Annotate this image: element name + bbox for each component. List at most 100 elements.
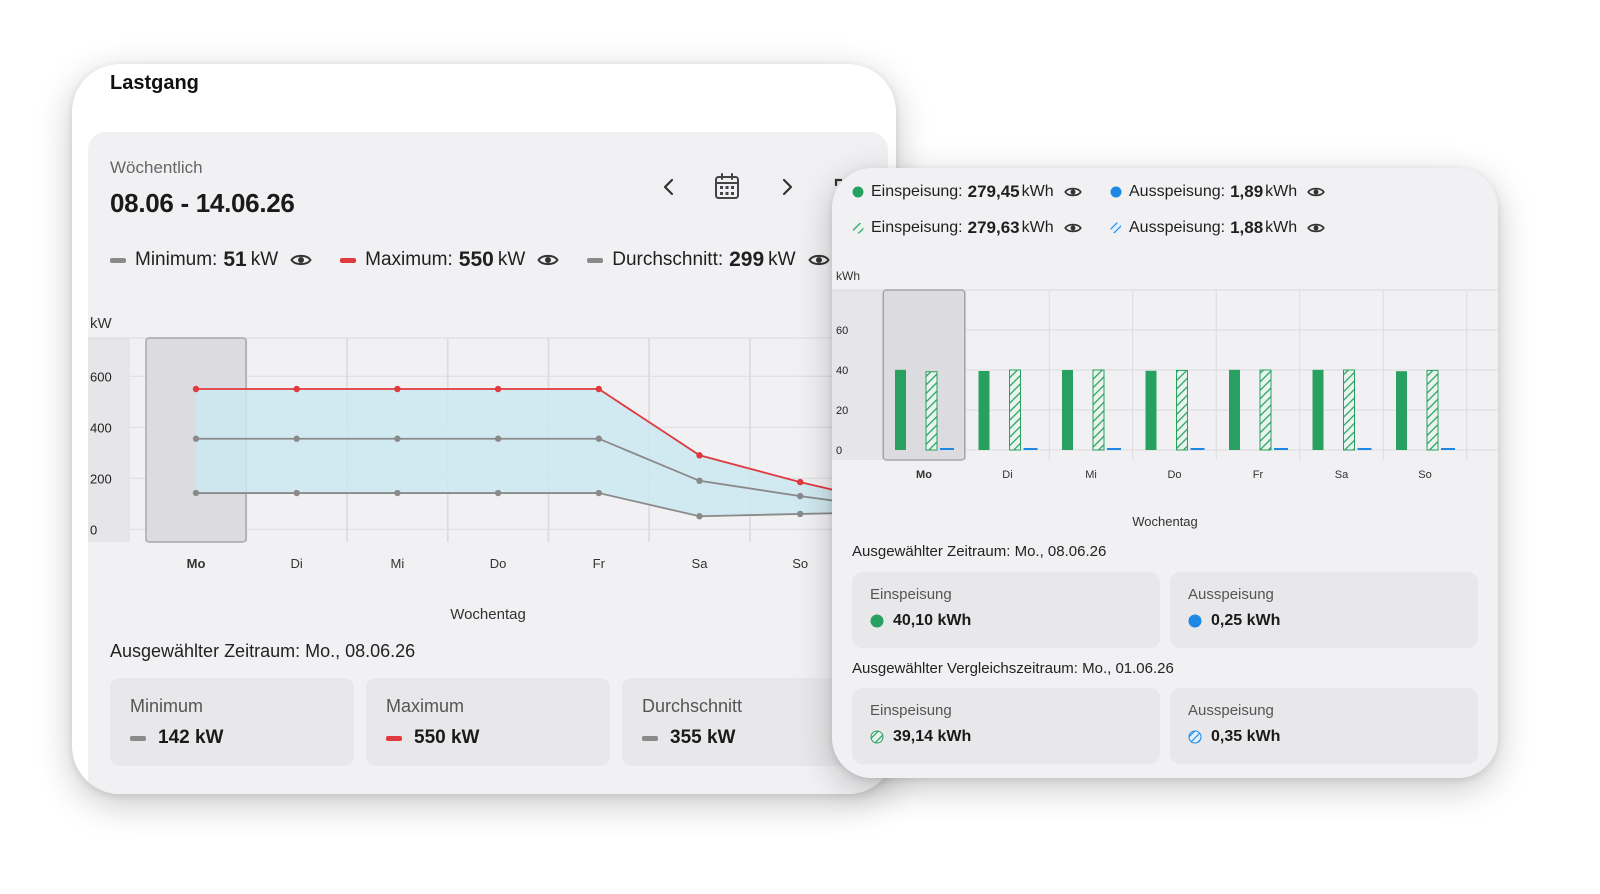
legend-feed-in[interactable]: Einspeisung: 279,45 kWh — [852, 182, 1084, 202]
legend-unit: kWh — [1265, 183, 1298, 200]
visibility-toggle[interactable] — [290, 253, 312, 267]
stage: Lastgang Wöchentlich 08.06 - 14.06.26 Mi… — [0, 0, 1600, 894]
legend-average[interactable]: Durchschnitt: 299 kW — [587, 248, 830, 272]
stat-swatch — [386, 735, 402, 741]
stat-hatched-dot — [870, 730, 884, 744]
bar-feed-out — [1441, 448, 1455, 450]
energy-legend-compare: Einspeisung: 279,63 kWh Ausspeisung: 1,8… — [852, 218, 1368, 238]
data-point — [192, 385, 200, 393]
bar-feed-in — [978, 371, 990, 450]
y-tick-label: 40 — [836, 365, 848, 377]
x-tick-label: Mo — [916, 469, 932, 481]
legend-label: Einspeisung: — [871, 183, 963, 200]
legend-feed-in-compare[interactable]: Einspeisung: 279,63 kWh — [852, 218, 1084, 238]
legend-maximum[interactable]: Maximum: 550 kW — [340, 248, 559, 272]
x-tick-label: Sa — [692, 556, 709, 571]
load-profile-panel: Wöchentlich 08.06 - 14.06.26 Minimum: 51… — [88, 132, 888, 794]
eye-icon — [537, 254, 559, 266]
selected-period-text: Ausgewählter Zeitraum: Mo., 08.06.26 — [110, 641, 416, 661]
x-tick-label: Mi — [1085, 469, 1097, 481]
data-point — [394, 489, 401, 497]
legend-dot — [852, 186, 864, 198]
x-tick-label: Do — [1167, 469, 1181, 481]
bar-feed-out — [1190, 448, 1205, 450]
legend-label: Ausspeisung: — [1129, 219, 1226, 236]
visibility-toggle[interactable] — [807, 253, 830, 267]
stat-label: Einspeisung — [870, 702, 952, 719]
x-tick-label: Mo — [187, 556, 206, 571]
calendar-icon — [715, 173, 739, 199]
visibility-toggle[interactable] — [1307, 222, 1325, 234]
bar-feed-in-compare — [1426, 369, 1439, 451]
y-tick-label: 400 — [90, 420, 112, 435]
y-tick-label: 60 — [836, 325, 848, 337]
legend-minimum[interactable]: Minimum: 51 kW — [110, 248, 312, 272]
legend-value: 279,45 — [967, 182, 1020, 201]
selected-period-tiles: Einspeisung 40,10 kWh Ausspeisung 0,25 k… — [852, 572, 1488, 648]
bar-feed-in-compare — [925, 371, 938, 451]
calendar-button[interactable] — [712, 172, 742, 202]
y-axis-label: kW — [90, 315, 113, 332]
x-tick-label: Fr — [1253, 469, 1264, 481]
legend-value: 1,89 — [1230, 182, 1264, 201]
x-tick-label: Sa — [1335, 469, 1349, 481]
legend-hatched-dot — [1110, 222, 1122, 234]
legend-unit: kWh — [1021, 219, 1054, 236]
eye-icon — [807, 254, 830, 266]
legend-value: 51 — [223, 248, 247, 271]
stat-value: 40,10 kWh — [893, 612, 972, 629]
stat-label: Durchschnitt — [642, 696, 743, 716]
energy-card: Einspeisung: 279,45 kWh Ausspeisung: 1,8… — [832, 168, 1498, 778]
bar-feed-in-compare — [1009, 369, 1021, 451]
x-axis-title: Wochentag — [450, 606, 526, 623]
load-profile-chart[interactable]: kW0200400600Mo Di Mi Do Fr Sa So — [88, 314, 888, 574]
legend-label: Maximum: — [365, 249, 453, 270]
bar-feed-in — [1312, 369, 1324, 450]
stat-swatch — [642, 735, 658, 741]
x-tick-label: Di — [1002, 469, 1012, 481]
chevron-right-icon — [782, 178, 793, 196]
x-tick-label: So — [792, 556, 808, 571]
data-point — [696, 452, 703, 459]
data-point — [293, 489, 300, 497]
data-point — [394, 435, 401, 442]
bar-feed-in-compare — [1259, 369, 1272, 451]
visibility-toggle[interactable] — [1307, 186, 1325, 198]
y-tick-label: 0 — [90, 522, 97, 537]
x-tick-label: So — [1418, 469, 1431, 481]
data-point — [797, 492, 804, 500]
bar-feed-in — [1062, 370, 1073, 450]
y-tick-label: 600 — [90, 369, 112, 384]
visibility-toggle[interactable] — [1063, 186, 1082, 198]
legend-unit: kW — [497, 249, 526, 270]
previous-period-button[interactable] — [654, 172, 684, 202]
visibility-toggle[interactable] — [537, 253, 559, 267]
legend-feed-out[interactable]: Ausspeisung: 1,89 kWh — [1110, 182, 1342, 202]
compare-period-text: Ausgewählter Vergleichszeitraum: Mo., 01… — [852, 660, 1174, 677]
data-point — [494, 385, 502, 393]
stat-tile-minimum: Minimum 142 kW — [110, 678, 354, 766]
x-tick-label: Do — [490, 556, 507, 571]
bar-feed-in — [895, 369, 906, 450]
load-profile-card: Lastgang Wöchentlich 08.06 - 14.06.26 Mi… — [72, 64, 896, 794]
legend-unit: kW — [768, 249, 796, 270]
legend-label: Einspeisung: — [871, 219, 963, 236]
data-point — [595, 385, 602, 393]
legend-label: Minimum: — [135, 249, 218, 270]
visibility-toggle[interactable] — [1063, 222, 1082, 234]
legend-feed-out-compare[interactable]: Ausspeisung: 1,88 kWh — [1110, 218, 1342, 238]
bar-feed-out — [1023, 448, 1038, 450]
legend-label: Ausspeisung: — [1129, 183, 1226, 200]
legend-value: 550 — [458, 248, 494, 271]
legend-unit: kWh — [1265, 219, 1298, 236]
data-point — [394, 385, 401, 393]
bar-feed-in — [1229, 369, 1240, 450]
stat-label: Ausspeisung — [1188, 586, 1274, 603]
stat-hatched-dot — [1188, 730, 1202, 744]
stat-value: 0,25 kWh — [1211, 612, 1281, 629]
data-point — [696, 513, 703, 520]
next-period-button[interactable] — [772, 172, 802, 202]
data-point — [192, 489, 200, 497]
card-title: Lastgang — [110, 72, 199, 94]
energy-bar-chart[interactable]: kWh 0 20 40 60 Mo Di Mi Do Fr Sa So — [832, 266, 1498, 486]
